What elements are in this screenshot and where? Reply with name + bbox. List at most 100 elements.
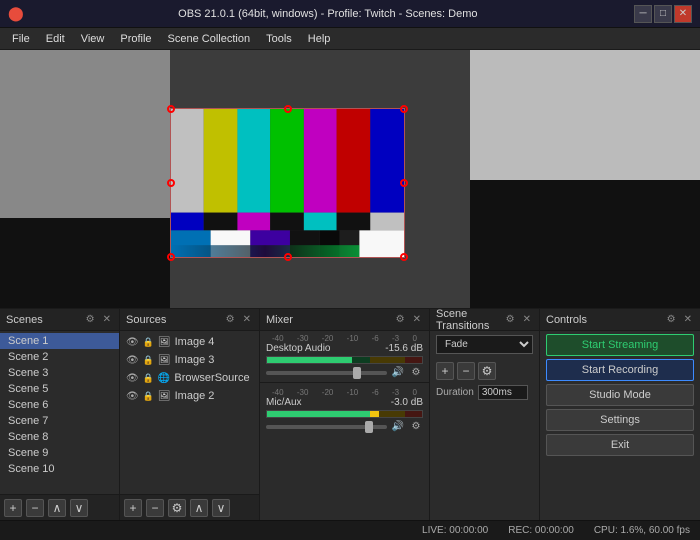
- resize-handle-br[interactable]: [400, 253, 408, 261]
- color-bars-source[interactable]: [170, 108, 405, 258]
- menu-item-profile[interactable]: Profile: [112, 31, 159, 47]
- scene-remove-button[interactable]: −: [26, 499, 44, 517]
- studio-mode-button[interactable]: Studio Mode: [546, 384, 694, 406]
- mixer-mic-thumb[interactable]: [365, 421, 373, 433]
- source-item[interactable]: 👁🔒🖼Image 2: [120, 387, 259, 405]
- smpte-bars-svg: [171, 109, 404, 257]
- source-add-button[interactable]: +: [124, 499, 142, 517]
- menu-item-view[interactable]: View: [73, 31, 113, 47]
- scene-item[interactable]: Scene 8: [0, 429, 119, 445]
- transitions-config-icon[interactable]: ⚙: [504, 313, 517, 326]
- start-streaming-button[interactable]: Start Streaming: [546, 334, 694, 356]
- sources-panel-icons[interactable]: ⚙ ✕: [224, 313, 253, 326]
- start-recording-button[interactable]: Start Recording: [546, 359, 694, 381]
- mixer-mic-fader-row[interactable]: 🔊 ⚙: [266, 421, 423, 432]
- menu-item-edit[interactable]: Edit: [38, 31, 73, 47]
- scene-list[interactable]: Scene 1Scene 2Scene 3Scene 5Scene 6Scene…: [0, 331, 119, 494]
- controls-config-icon[interactable]: ⚙: [665, 313, 678, 326]
- mixer-panel-icons[interactable]: ⚙ ✕: [394, 313, 423, 326]
- transition-settings-button[interactable]: ⚙: [478, 362, 496, 380]
- source-lock-icon[interactable]: 🔒: [143, 337, 154, 348]
- source-name-label: BrowserSource: [174, 372, 249, 384]
- scene-item[interactable]: Scene 2: [0, 349, 119, 365]
- duration-input[interactable]: [478, 385, 528, 400]
- scene-item[interactable]: Scene 3: [0, 365, 119, 381]
- scene-down-button[interactable]: ∨: [70, 499, 88, 517]
- mixer-mic-fader[interactable]: [266, 425, 387, 429]
- resize-handle-bm[interactable]: [284, 253, 292, 261]
- scene-item[interactable]: Scene 5: [0, 381, 119, 397]
- transition-controls[interactable]: + − ⚙: [430, 360, 539, 382]
- mixer-desktop-fader-row[interactable]: 🔊 ⚙: [266, 367, 423, 378]
- transitions-panel-icons[interactable]: ⚙ ✕: [504, 313, 533, 326]
- source-list[interactable]: 👁🔒🖼Image 4👁🔒🖼Image 3👁🔒🌐BrowserSource👁🔒🖼I…: [120, 331, 259, 494]
- mixer-desktop-meter: [266, 356, 423, 364]
- source-item[interactable]: 👁🔒🖼Image 3: [120, 351, 259, 369]
- sources-close-icon[interactable]: ✕: [241, 313, 253, 326]
- resize-handle-tr[interactable]: [400, 105, 408, 113]
- source-item[interactable]: 👁🔒🌐BrowserSource: [120, 369, 259, 387]
- close-button[interactable]: ✕: [674, 5, 692, 23]
- mixer-desktop-fader[interactable]: [266, 371, 387, 375]
- mixer-desktop-mute[interactable]: 🔊: [391, 367, 405, 378]
- source-name-label: Image 3: [175, 354, 215, 366]
- transition-type-select[interactable]: Fade: [436, 335, 533, 354]
- menu-item-help[interactable]: Help: [300, 31, 339, 47]
- scenes-close-icon[interactable]: ✕: [101, 313, 113, 326]
- transition-remove-button[interactable]: −: [457, 362, 475, 380]
- duration-row: Duration: [430, 382, 539, 403]
- mixer-mic-config[interactable]: ⚙: [409, 421, 423, 432]
- controls-panel-icons[interactable]: ⚙ ✕: [665, 313, 694, 326]
- sources-panel-title: Sources: [126, 314, 166, 326]
- scene-item[interactable]: Scene 1: [0, 333, 119, 349]
- source-lock-icon[interactable]: 🔒: [143, 355, 154, 366]
- mixer-desktop-config[interactable]: ⚙: [409, 367, 423, 378]
- resize-handle-tl[interactable]: [167, 105, 175, 113]
- source-remove-button[interactable]: −: [146, 499, 164, 517]
- controls-close-icon[interactable]: ✕: [682, 313, 694, 326]
- mixer-mic-meter: [266, 410, 423, 418]
- minimize-button[interactable]: ─: [634, 5, 652, 23]
- sources-config-icon[interactable]: ⚙: [224, 313, 237, 326]
- menu-item-tools[interactable]: Tools: [258, 31, 300, 47]
- source-visibility-icon[interactable]: 👁: [126, 373, 139, 384]
- source-visibility-icon[interactable]: 👁: [126, 355, 139, 366]
- transition-add-button[interactable]: +: [436, 362, 454, 380]
- scene-item[interactable]: Scene 7: [0, 413, 119, 429]
- source-visibility-icon[interactable]: 👁: [126, 391, 139, 402]
- scenes-config-icon[interactable]: ⚙: [84, 313, 97, 326]
- source-visibility-icon[interactable]: 👁: [126, 337, 139, 348]
- resize-handle-tm[interactable]: [284, 105, 292, 113]
- menu-item-file[interactable]: File: [4, 31, 38, 47]
- scene-add-button[interactable]: +: [4, 499, 22, 517]
- window-controls[interactable]: ─ □ ✕: [632, 5, 692, 23]
- menu-item-scene-collection[interactable]: Scene Collection: [160, 31, 259, 47]
- mixer-desktop-thumb[interactable]: [353, 367, 361, 379]
- source-item[interactable]: 👁🔒🖼Image 4: [120, 333, 259, 351]
- scene-up-button[interactable]: ∧: [48, 499, 66, 517]
- scenes-panel-icons[interactable]: ⚙ ✕: [84, 313, 113, 326]
- app-icon: ⬤: [8, 5, 24, 22]
- mixer-channel-mic: -40 -30 -20 -10 -6 -3 0 Mic/Aux -3.0 dB: [260, 385, 429, 434]
- source-lock-icon[interactable]: 🔒: [143, 373, 154, 384]
- resize-handle-ml[interactable]: [167, 179, 175, 187]
- scene-item[interactable]: Scene 6: [0, 397, 119, 413]
- source-lock-icon[interactable]: 🔒: [143, 391, 154, 402]
- preview-bg-topright: [470, 50, 700, 180]
- scene-item[interactable]: Scene 10: [0, 461, 119, 477]
- resize-handle-mr[interactable]: [400, 179, 408, 187]
- mixer-mic-mute[interactable]: 🔊: [391, 421, 405, 432]
- mixer-close-icon[interactable]: ✕: [411, 313, 423, 326]
- transitions-close-icon[interactable]: ✕: [521, 313, 533, 326]
- source-up-button[interactable]: ∧: [190, 499, 208, 517]
- settings-button[interactable]: Settings: [546, 409, 694, 431]
- maximize-button[interactable]: □: [654, 5, 672, 23]
- mixer-config-icon[interactable]: ⚙: [394, 313, 407, 326]
- mixer-meter-fill-desktop: [352, 357, 422, 363]
- scene-item[interactable]: Scene 9: [0, 445, 119, 461]
- exit-button[interactable]: Exit: [546, 434, 694, 456]
- source-settings-button[interactable]: ⚙: [168, 499, 186, 517]
- scenes-panel: Scenes ⚙ ✕ Scene 1Scene 2Scene 3Scene 5S…: [0, 309, 120, 520]
- source-down-button[interactable]: ∨: [212, 499, 230, 517]
- resize-handle-bl[interactable]: [167, 253, 175, 261]
